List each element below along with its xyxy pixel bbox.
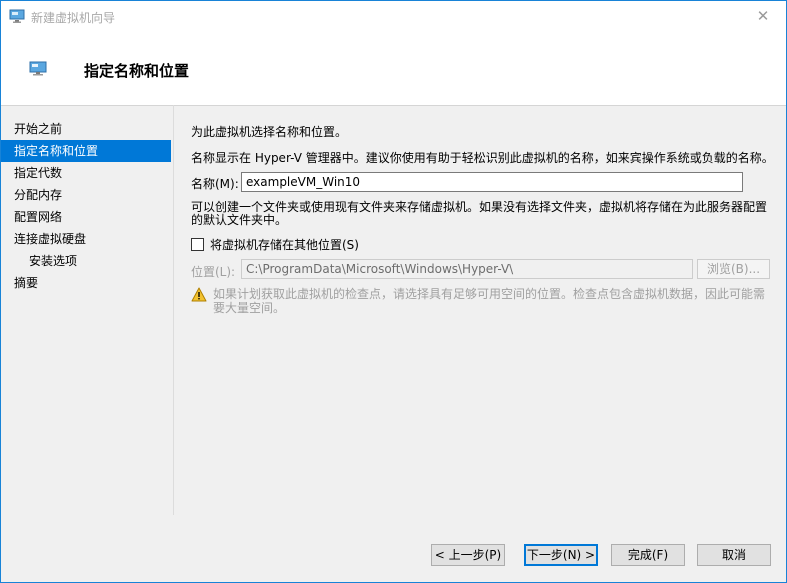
location-label: 位置(L): <box>191 265 236 279</box>
close-button[interactable]: ✕ <box>740 1 786 32</box>
intro-text: 为此虚拟机选择名称和位置。 <box>191 125 348 139</box>
folder-description: 可以创建一个文件夹或使用现有文件夹来存储虚拟机。如果没有选择文件夹，虚拟机将存储… <box>191 200 768 227</box>
name-label: 名称(M): <box>191 177 239 191</box>
location-input[interactable]: C:\ProgramData\Microsoft\Windows\Hyper-V… <box>241 259 693 279</box>
title-bar: 新建虚拟机向导 ✕ <box>1 1 786 32</box>
checkpoint-warning: 如果计划获取此虚拟机的检查点，请选择具有足够可用空间的位置。检查点包含虚拟机数据… <box>213 287 766 315</box>
vm-name-input[interactable]: exampleVM_Win10 <box>241 172 743 192</box>
window-title: 新建虚拟机向导 <box>31 11 116 25</box>
nav-item-before-you-begin[interactable]: 开始之前 <box>1 118 171 140</box>
new-vm-wizard-window: 新建虚拟机向导 ✕ 指定名称和位置 开始之前 指定名称和位置 指定代数 分配内存… <box>0 0 787 583</box>
wizard-footer: < 上一步(P) 下一步(N) > 完成(F) 取消 <box>1 515 786 582</box>
browse-button[interactable]: 浏览(B)... <box>697 259 770 279</box>
nav-item-memory[interactable]: 分配内存 <box>1 184 171 206</box>
page-title: 指定名称和位置 <box>84 62 190 80</box>
store-elsewhere-row[interactable]: 将虚拟机存储在其他位置(S) <box>191 236 359 252</box>
store-elsewhere-label: 将虚拟机存储在其他位置(S) <box>210 238 359 252</box>
nav-item-summary[interactable]: 摘要 <box>1 272 171 294</box>
name-description: 名称显示在 Hyper-V 管理器中。建议你使用有助于轻松识别此虚拟机的名称，如… <box>191 151 774 165</box>
nav-item-name-and-location[interactable]: 指定名称和位置 <box>1 140 171 162</box>
cancel-button[interactable]: 取消 <box>697 544 771 566</box>
previous-button[interactable]: < 上一步(P) <box>431 544 505 566</box>
nav-item-installation-options[interactable]: 安装选项 <box>1 250 171 272</box>
wizard-header: 指定名称和位置 <box>1 32 786 106</box>
wizard-steps-nav: 开始之前 指定名称和位置 指定代数 分配内存 配置网络 连接虚拟硬盘 安装选项 … <box>1 105 174 515</box>
close-icon: ✕ <box>756 7 770 25</box>
next-button[interactable]: 下一步(N) > <box>524 544 598 566</box>
nav-item-generation[interactable]: 指定代数 <box>1 162 171 184</box>
warning-triangle-icon <box>191 287 207 302</box>
store-elsewhere-checkbox[interactable] <box>191 238 204 251</box>
nav-item-networking[interactable]: 配置网络 <box>1 206 171 228</box>
vm-monitor-icon <box>29 61 47 76</box>
finish-button[interactable]: 完成(F) <box>611 544 685 566</box>
vm-monitor-icon <box>9 8 25 24</box>
nav-item-virtual-hard-disk[interactable]: 连接虚拟硬盘 <box>1 228 171 250</box>
wizard-content: 为此虚拟机选择名称和位置。 名称显示在 Hyper-V 管理器中。建议你使用有助… <box>191 105 774 515</box>
